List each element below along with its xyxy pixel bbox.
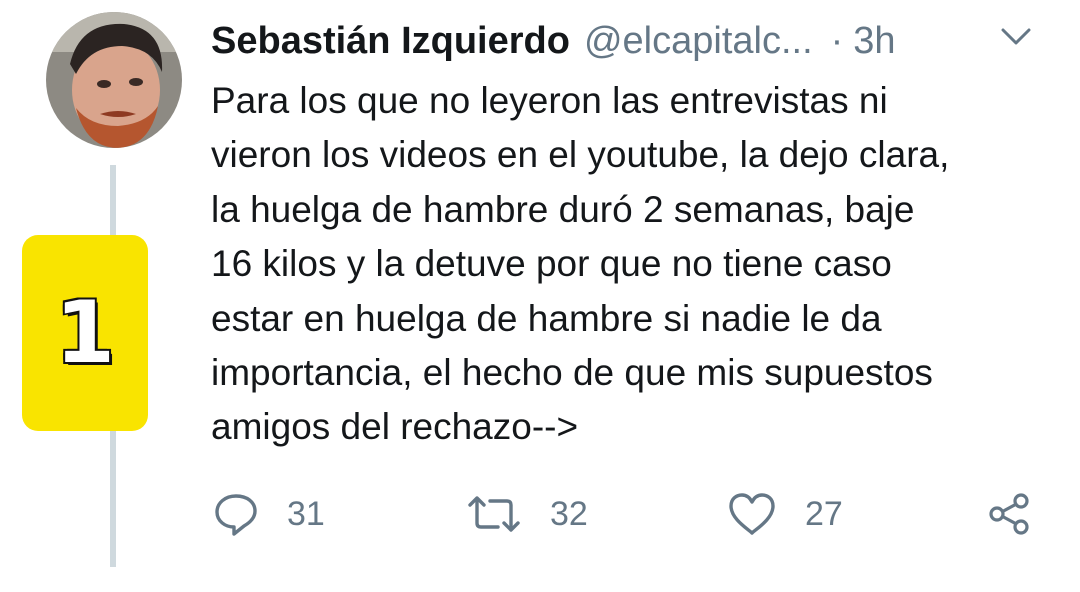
tweet-menu-button[interactable] <box>1000 26 1032 48</box>
author-avatar[interactable] <box>46 12 182 148</box>
retweet-icon <box>468 496 520 532</box>
reply-count: 31 <box>287 494 325 533</box>
like-button[interactable]: 27 <box>727 486 843 542</box>
separator-dot: · <box>830 19 844 62</box>
retweet-button[interactable]: 32 <box>466 486 588 542</box>
tweet-text: Para los que no leyeron las entrevistas … <box>211 80 950 448</box>
like-count: 27 <box>805 494 843 533</box>
rank-badge: 1 <box>22 235 148 431</box>
author-handle[interactable]: @elcapitalc... <box>584 20 813 63</box>
author-name[interactable]: Sebastián Izquierdo <box>211 20 570 63</box>
reply-icon <box>215 494 257 536</box>
share-button[interactable] <box>986 486 1032 542</box>
chevron-down-icon <box>1001 28 1031 45</box>
reply-button[interactable]: 31 <box>213 486 325 542</box>
share-icon <box>989 493 1029 535</box>
avatar-image <box>46 12 182 148</box>
heart-icon <box>729 493 775 535</box>
rank-number: 1 <box>55 283 115 383</box>
retweet-count: 32 <box>550 494 588 533</box>
tweet-actions: 31 32 27 <box>0 486 1080 542</box>
tweet-timestamp[interactable]: 3h <box>853 20 895 63</box>
tweet-header: Sebastián Izquierdo @elcapitalc... · 3h <box>211 14 896 68</box>
